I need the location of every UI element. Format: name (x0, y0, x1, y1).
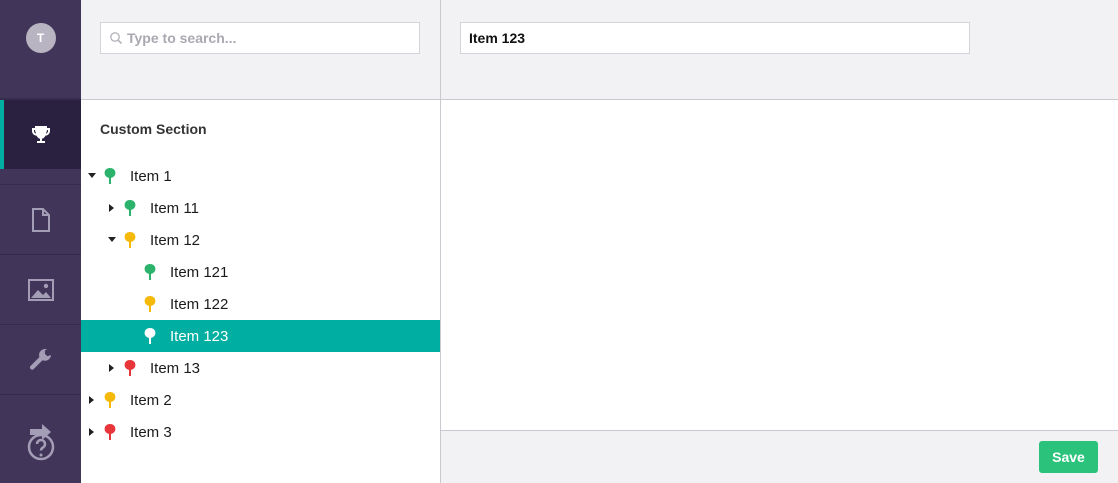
help-icon (27, 424, 54, 461)
rail-item-document[interactable] (0, 184, 81, 254)
tree-node-label: Item 2 (130, 391, 172, 409)
avatar-area: T (0, 0, 81, 99)
editor-body (441, 100, 1118, 430)
tree-node-label: Item 3 (130, 423, 172, 441)
tree-icon (144, 296, 156, 312)
caret-right-icon[interactable] (107, 363, 117, 373)
trophy-icon (31, 125, 50, 143)
tree-node[interactable]: Item 13 (81, 352, 440, 384)
tree-icon (124, 200, 136, 216)
node-name-input[interactable] (460, 22, 970, 54)
editor-header (441, 0, 1118, 100)
rail-item-image[interactable] (0, 254, 81, 324)
tree-icon (144, 328, 156, 344)
rail-item-settings[interactable] (0, 324, 81, 394)
caret-down-icon[interactable] (107, 235, 117, 245)
tree-node[interactable]: Item 11 (81, 192, 440, 224)
image-icon (27, 278, 54, 301)
search-icon (110, 32, 123, 45)
caret-right-icon[interactable] (107, 203, 117, 213)
rail-item-help[interactable] (0, 394, 81, 483)
search-box[interactable] (100, 22, 420, 54)
caret-down-icon[interactable] (87, 171, 97, 181)
tree-icon (104, 424, 116, 440)
avatar[interactable]: T (25, 23, 56, 53)
tree-node[interactable]: Item 1 (81, 160, 440, 192)
tree-panel: Custom Section Item 1Item 11Item 12Item … (81, 0, 441, 483)
editor-footer: Save (441, 430, 1118, 483)
tree-node-label: Item 122 (170, 295, 229, 313)
caret-right-icon[interactable] (87, 395, 97, 405)
tree-node-label: Item 1 (130, 167, 172, 185)
wrench-icon (29, 348, 51, 370)
tree-node-label: Item 13 (150, 359, 201, 377)
rail-item-trophy[interactable] (0, 99, 81, 169)
tree-icon (144, 264, 156, 280)
caret-spacer (127, 331, 137, 341)
tree-icon (104, 168, 116, 184)
tree-node[interactable]: Item 123 (81, 320, 440, 352)
tree-node[interactable]: Item 3 (81, 416, 440, 448)
tree-node[interactable]: Item 12 (81, 224, 440, 256)
tree-node[interactable]: Item 121 (81, 256, 440, 288)
caret-spacer (127, 267, 137, 277)
caret-spacer (127, 299, 137, 309)
tree-node-label: Item 11 (150, 199, 199, 217)
left-rail: T (0, 0, 81, 483)
tree-node-label: Item 121 (170, 263, 229, 281)
section-title: Custom Section (100, 121, 207, 137)
tree-node[interactable]: Item 122 (81, 288, 440, 320)
tree-node-label: Item 123 (170, 327, 229, 345)
tree-node[interactable]: Item 2 (81, 384, 440, 416)
tree-icon (124, 360, 136, 376)
tree-header (81, 0, 440, 100)
document-icon (31, 207, 50, 232)
save-button[interactable]: Save (1039, 441, 1098, 473)
tree-icon (124, 232, 136, 248)
tree-icon (104, 392, 116, 408)
tree-node-label: Item 12 (150, 231, 201, 249)
content-tree: Item 1 Item 11 Item 12 Item 121 Item 122 Item… (81, 160, 440, 448)
search-input[interactable] (127, 30, 407, 46)
caret-right-icon[interactable] (87, 427, 97, 437)
